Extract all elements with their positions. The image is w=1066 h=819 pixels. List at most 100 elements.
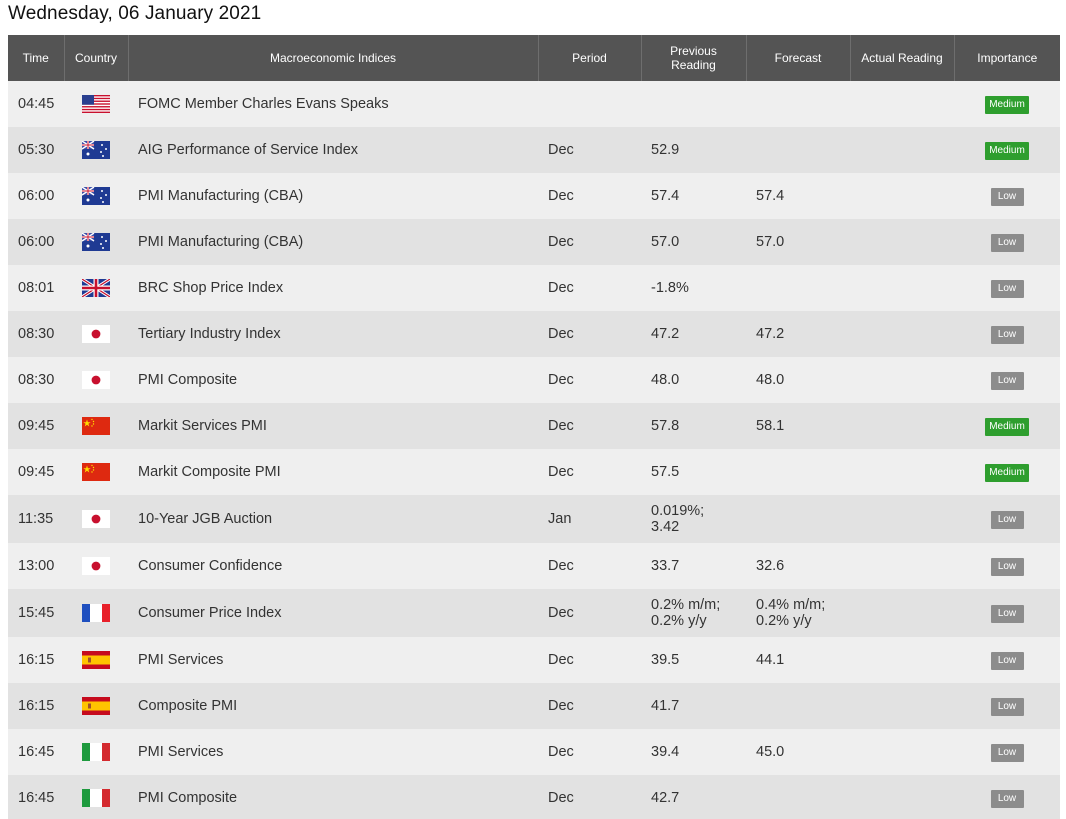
table-row: 16:45 PMI Composite Dec 42.7 Low [8,775,1060,819]
reading-part: 3.42 [651,519,680,535]
country-cell [64,173,128,219]
previous-reading: 0.019%; 3.42 [641,495,746,543]
italy-flag-icon [82,789,110,807]
actual-reading [850,543,954,589]
event-period [538,81,641,127]
importance-cell: Low [954,683,1060,729]
column-header-period: Period [537,35,641,81]
importance-cell: Low [954,729,1060,775]
forecast-value: 0.4% m/m; 0.2% y/y [746,589,850,637]
event-name: Markit Composite PMI [128,449,538,495]
reading-part: 0.4% m/m; [756,597,826,613]
australia-flag-icon [82,187,110,205]
previous-reading: 57.0 [641,219,746,265]
table-row: 08:01 BRC Shop Price Index Dec -1.8% Low [8,265,1060,311]
event-name: Tertiary Industry Index [128,311,538,357]
event-name: PMI Composite [128,357,538,403]
column-header-indices: Macroeconomic Indices [127,35,538,81]
column-header-country: Country [63,35,128,81]
event-period: Dec [538,775,641,819]
previous-reading: 57.8 [641,403,746,449]
importance-cell: Low [954,219,1060,265]
event-time: 08:01 [8,265,64,311]
actual-reading [850,403,954,449]
us-flag-icon [82,95,110,113]
event-time: 13:00 [8,543,64,589]
event-period: Dec [538,589,641,637]
country-cell [64,357,128,403]
actual-reading [850,729,954,775]
event-name: PMI Manufacturing (CBA) [128,173,538,219]
importance-badge: Medium [985,463,1029,482]
table-row: 06:00 PMI Manufacturing (CBA) Dec 57.4 57.4 L… [8,173,1060,219]
event-period: Dec [538,403,641,449]
actual-reading [850,311,954,357]
forecast-value [746,683,850,729]
italy-flag-icon [82,743,110,761]
event-name: PMI Services [128,729,538,775]
importance-cell: Low [954,311,1060,357]
event-period: Dec [538,637,641,683]
forecast-value: 47.2 [746,311,850,357]
event-time: 08:30 [8,311,64,357]
event-period: Dec [538,265,641,311]
country-cell [64,403,128,449]
importance-badge: Low [990,325,1024,344]
event-name: Consumer Confidence [128,543,538,589]
importance-cell: Low [954,357,1060,403]
actual-reading [850,219,954,265]
importance-cell: Low [954,173,1060,219]
event-period: Dec [538,173,641,219]
importance-cell: Low [954,589,1060,637]
actual-reading [850,637,954,683]
previous-reading: -1.8% [641,265,746,311]
japan-flag-icon [82,557,110,575]
japan-flag-icon [82,510,110,528]
event-name: FOMC Member Charles Evans Speaks [128,81,538,127]
event-period: Dec [538,357,641,403]
table-row: 16:45 PMI Services Dec 39.4 45.0 Low [8,729,1060,775]
importance-badge: Medium [985,95,1029,114]
china-flag-icon [82,463,110,481]
country-cell [64,589,128,637]
table-row: 08:30 Tertiary Industry Index Dec 47.2 47.2 L… [8,311,1060,357]
event-period: Dec [538,127,641,173]
table-row: 06:00 PMI Manufacturing (CBA) Dec 57.0 57.0 L… [8,219,1060,265]
column-header-previous-line2: Reading [671,58,716,72]
uk-flag-icon [82,279,110,297]
table-body: 04:45 FOMC Member Charles Evans Speaks Med… [8,81,1060,819]
table-header-row: Time Country Macroeconomic Indices Perio… [8,35,1060,81]
previous-reading: 0.2% m/m; 0.2% y/y [641,589,746,637]
france-flag-icon [82,604,110,622]
page-title: Wednesday, 06 January 2021 [8,3,262,24]
table-row: 04:45 FOMC Member Charles Evans Speaks Med… [8,81,1060,127]
forecast-value: 48.0 [746,357,850,403]
reading-part: 0.2% y/y [651,613,707,629]
previous-reading: 57.4 [641,173,746,219]
event-time: 06:00 [8,173,64,219]
economic-calendar-table: Time Country Macroeconomic Indices Perio… [8,35,1060,819]
country-cell [64,775,128,819]
actual-reading [850,173,954,219]
event-name: Markit Services PMI [128,403,538,449]
importance-badge: Low [990,604,1024,623]
forecast-value: 57.4 [746,173,850,219]
importance-badge: Low [990,233,1024,252]
actual-reading [850,683,954,729]
reading-part: 0.2% y/y [756,613,812,629]
country-cell [64,127,128,173]
event-time: 16:15 [8,683,64,729]
country-cell [64,683,128,729]
importance-cell: Low [954,775,1060,819]
importance-cell: Medium [954,403,1060,449]
importance-cell: Low [954,637,1060,683]
event-period: Dec [538,311,641,357]
event-time: 16:45 [8,729,64,775]
table-row: 09:45 Markit Composite PMI Dec 57.5 Medium [8,449,1060,495]
table-row: 16:15 PMI Services Dec 39.5 44.1 Low [8,637,1060,683]
forecast-value: 32.6 [746,543,850,589]
table-row: 09:45 Markit Services PMI Dec 57.8 58.1 Mediu… [8,403,1060,449]
previous-reading: 42.7 [641,775,746,819]
country-cell [64,265,128,311]
importance-cell: Low [954,543,1060,589]
